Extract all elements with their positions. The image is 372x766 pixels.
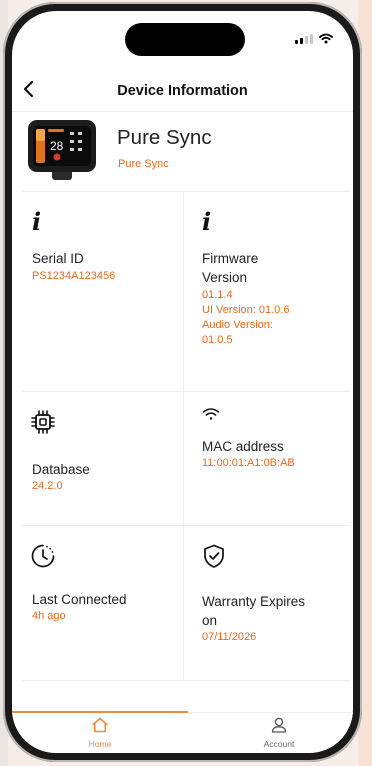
serial-id-card: i Serial ID PS1234A123456 — [32, 210, 115, 284]
serial-id-value: PS1234A123456 — [32, 270, 116, 282]
bottom-tab-bar: Home Account — [12, 711, 353, 753]
last-connected-value: 4h ago — [32, 610, 66, 622]
device-summary: 28 Pure Sync Pure Sync — [26, 118, 346, 192]
phone-screen: Device Information 28 Pure Sync Pure Syn… — [12, 11, 353, 753]
database-value: 24.2.0 — [32, 480, 63, 492]
audio-version-value: 01.0.5 — [202, 334, 233, 346]
divider — [22, 391, 350, 392]
firmware-label-line2: Version — [202, 270, 248, 285]
signal-icon — [295, 33, 313, 44]
mac-address-card: MAC address 11:00:01:A1:0B:AB — [202, 407, 295, 471]
last-connected-label: Last Connected — [32, 592, 127, 607]
warranty-label-line1: Warranty Expires — [202, 594, 306, 609]
user-icon — [271, 717, 287, 733]
tab-home-label: Home — [88, 739, 112, 749]
device-model: Pure Sync — [118, 158, 169, 170]
database-card: Database 24.2.0 — [30, 409, 90, 494]
warranty-value: 07/11/2026 — [202, 631, 257, 643]
home-icon — [92, 717, 108, 733]
tab-account-label: Account — [263, 739, 295, 749]
divider — [22, 525, 350, 526]
wifi-icon — [319, 33, 333, 44]
divider — [22, 680, 350, 681]
tab-home[interactable]: Home — [40, 717, 160, 749]
phone-frame: Device Information 28 Pure Sync Pure Syn… — [3, 2, 362, 762]
divider — [22, 191, 350, 192]
firmware-version-value: 01.1.4 — [202, 289, 233, 301]
chip-icon — [31, 410, 55, 434]
info-icon: i — [32, 207, 42, 236]
dynamic-island — [125, 23, 245, 56]
firmware-label-line1: Firmware — [202, 251, 259, 266]
shield-check-icon — [204, 544, 224, 568]
svg-text:28: 28 — [50, 139, 64, 153]
serial-id-label: Serial ID — [32, 251, 84, 266]
mac-address-value: 11:00:01:A1:0B:AB — [202, 457, 295, 469]
header: Device Information — [12, 71, 353, 112]
device-name: Pure Sync — [117, 126, 212, 149]
device-thumbnail: 28 — [28, 120, 96, 180]
wifi-icon — [202, 408, 220, 420]
clock-icon — [31, 544, 55, 568]
info-icon: i — [202, 207, 212, 236]
active-tab-indicator — [12, 711, 188, 713]
mac-address-label: MAC address — [202, 439, 284, 454]
firmware-card: i Firmware Version 01.1.4 UI Version: 01… — [202, 210, 289, 348]
audio-version-label: Audio Version: — [202, 319, 273, 331]
status-bar-icons — [295, 33, 333, 44]
ui-version-value: UI Version: 01.0.6 — [202, 304, 290, 316]
last-connected-card: Last Connected 4h ago — [30, 543, 127, 624]
divider — [183, 192, 184, 680]
warranty-label-line2: on — [202, 613, 218, 628]
database-label: Database — [32, 462, 90, 477]
warranty-card: Warranty Expires on 07/11/2026 — [201, 543, 305, 645]
page-title: Device Information — [117, 83, 248, 99]
tab-account[interactable]: Account — [219, 717, 339, 749]
